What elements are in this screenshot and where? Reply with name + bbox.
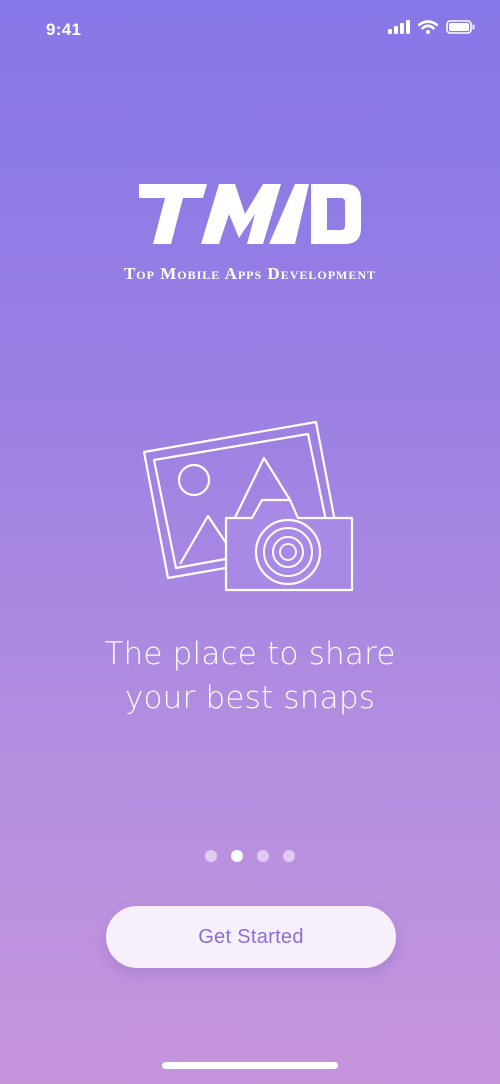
tmad-logo-icon bbox=[139, 184, 361, 244]
status-bar: 9:41 bbox=[0, 0, 500, 64]
status-icons bbox=[388, 20, 476, 34]
photo-camera-illustration bbox=[140, 418, 360, 598]
onboarding-screen: 9:41 Top Mobile Apps Development The pla… bbox=[0, 0, 500, 1084]
status-time: 9:41 bbox=[46, 20, 82, 39]
logo-subtitle: Top Mobile Apps Development bbox=[123, 264, 377, 283]
get-started-button[interactable]: Get Started bbox=[106, 906, 396, 968]
battery-icon bbox=[446, 20, 476, 34]
brand-logo: Top Mobile Apps Development bbox=[0, 178, 500, 284]
page-dot-1[interactable] bbox=[205, 850, 217, 862]
page-dot-2-active[interactable] bbox=[231, 850, 243, 862]
page-dot-3[interactable] bbox=[257, 850, 269, 862]
wifi-icon bbox=[418, 20, 438, 34]
tagline-line-1: The place to share bbox=[104, 636, 396, 672]
tagline-line-2: your best snaps bbox=[124, 680, 376, 716]
home-indicator[interactable] bbox=[162, 1062, 338, 1069]
onboarding-tagline: The place to share your best snaps bbox=[0, 632, 500, 720]
page-dot-4[interactable] bbox=[283, 850, 295, 862]
cellular-signal-icon bbox=[388, 20, 410, 34]
page-indicator bbox=[0, 850, 500, 862]
